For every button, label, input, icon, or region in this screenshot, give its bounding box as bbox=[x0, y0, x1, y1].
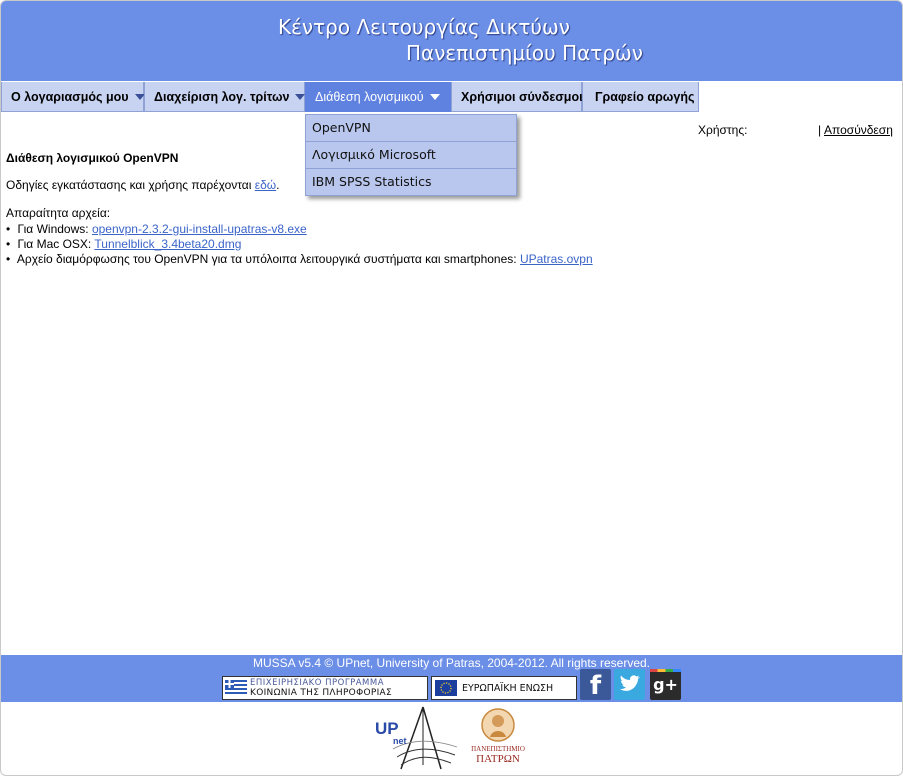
instructions-link[interactable]: εδώ bbox=[255, 178, 276, 192]
university-line1: ΠΑΝΕΠΙΣΤΗΜΙΟ bbox=[471, 745, 525, 753]
chevron-down-icon bbox=[429, 93, 440, 100]
menu-item-microsoft[interactable]: Λογισμικό Microsoft bbox=[306, 142, 516, 169]
user-label: Χρήστης: bbox=[698, 123, 748, 137]
nav-label: Διάθεση λογισμικού bbox=[315, 90, 424, 104]
nav-third-party-accounts[interactable]: Διαχείριση λογ. τρίτων bbox=[144, 82, 306, 112]
software-dropdown-menu: OpenVPN Λογισμικό Microsoft IBM SPSS Sta… bbox=[305, 114, 517, 196]
instructions-period: . bbox=[276, 178, 280, 192]
university-emblem-icon bbox=[481, 708, 515, 742]
infosoc-line2: ΚΟΙΝΩΝΙΑ ΤΗΣ ΠΛΗΡΟΦΟΡΙΑΣ bbox=[250, 688, 392, 698]
university-logo[interactable]: ΠΑΝΕΠΙΣΤΗΜΙΟ ΠΑΤΡΩΝ bbox=[465, 707, 531, 771]
page-title: Διάθεση λογισμικού OpenVPN bbox=[6, 151, 179, 165]
google-stripe bbox=[650, 669, 681, 672]
infosoc-line1: ΕΠΙΧΕΙΡΗΣΙΑΚΟ ΠΡΟΓΡΑΜΜΑ bbox=[250, 678, 385, 688]
google-plus-icon[interactable]: g+ bbox=[650, 669, 681, 700]
list-item: Αρχείο διαμόρφωσης του OpenVPN για τα υπ… bbox=[6, 252, 593, 267]
google-plus-glyph: g+ bbox=[653, 675, 678, 694]
userbar-separator: | bbox=[818, 123, 822, 137]
files-list: Για Windows: openvpn-2.3.2-gui-install-u… bbox=[6, 222, 593, 267]
eu-text: ΕΥΡΩΠΑΪΚΗ ΕΝΩΣΗ bbox=[462, 683, 554, 694]
list-item: Για Mac OSX: Tunnelblick_3.4beta20.dmg bbox=[6, 237, 593, 252]
upnet-sub: net bbox=[393, 736, 407, 746]
infosoc-logo[interactable]: ΕΠΙΧΕΙΡΗΣΙΑΚΟ ΠΡΟΓΡΑΜΜΑ ΚΟΙΝΩΝΙΑ ΤΗΣ ΠΛΗ… bbox=[222, 676, 428, 700]
file-prefix: Αρχείο διαμόρφωσης του OpenVPN για τα υπ… bbox=[16, 252, 517, 266]
copyright-text: MUSSA v5.4 © UPnet, University of Patras… bbox=[252, 656, 651, 670]
instructions-line: Οδηγίες εγκατάστασης και χρήσης παρέχοντ… bbox=[6, 178, 280, 192]
menu-item-openvpn[interactable]: OpenVPN bbox=[306, 115, 516, 142]
eu-flag-icon bbox=[435, 680, 457, 696]
twitter-bird-icon bbox=[620, 675, 640, 691]
upnet-logo[interactable]: UP net bbox=[371, 705, 457, 771]
site-title-line2: Πανεπιστημίου Πατρών bbox=[406, 41, 643, 65]
facebook-icon[interactable]: f bbox=[580, 669, 611, 701]
nav-my-account[interactable]: Ο λογαριασμός μου bbox=[1, 82, 145, 112]
config-download-link[interactable]: UPatras.ovpn bbox=[520, 252, 593, 266]
nav-helpdesk[interactable]: Γραφείο αρωγής bbox=[582, 82, 699, 112]
chevron-down-icon bbox=[295, 93, 306, 100]
bottom-logos: UP net ΠΑΝΕΠΙΣΤΗΜΙΟ ΠΑΤΡΩΝ bbox=[1, 705, 902, 775]
eu-logo[interactable]: ΕΥΡΩΠΑΪΚΗ ΕΝΩΣΗ bbox=[431, 676, 577, 700]
windows-download-link[interactable]: openvpn-2.3.2-gui-install-upatras-v8.exe bbox=[92, 222, 307, 236]
university-line2: ΠΑΤΡΩΝ bbox=[476, 753, 520, 765]
nav-label: Γραφείο αρωγής bbox=[595, 90, 695, 104]
facebook-glyph: f bbox=[589, 671, 602, 701]
site-footer: MUSSA v5.4 © UPnet, University of Patras… bbox=[1, 655, 902, 702]
nav-label: Χρήσιμοι σύνδεσμοι bbox=[461, 90, 583, 104]
file-prefix: Για Windows: bbox=[17, 222, 89, 236]
twitter-icon[interactable] bbox=[614, 669, 645, 700]
instructions-text: Οδηγίες εγκατάστασης και χρήσης παρέχοντ… bbox=[6, 178, 252, 192]
greek-flag-icon bbox=[225, 680, 247, 696]
logout-link[interactable]: Αποσύνδεση bbox=[824, 123, 893, 137]
nav-software[interactable]: Διάθεση λογισμικού bbox=[305, 82, 451, 112]
site-header: Κέντρο Λειτουργίας Δικτύων Πανεπιστημίου… bbox=[1, 1, 902, 81]
files-label: Απαραίτητα αρχεία: bbox=[6, 206, 111, 220]
main-nav: Ο λογαριασμός μου Διαχείριση λογ. τρίτων… bbox=[1, 82, 902, 113]
list-item: Για Windows: openvpn-2.3.2-gui-install-u… bbox=[6, 222, 593, 237]
nav-label: Διαχείριση λογ. τρίτων bbox=[154, 90, 290, 104]
file-prefix: Για Mac OSX: bbox=[17, 237, 92, 251]
mac-download-link[interactable]: Tunnelblick_3.4beta20.dmg bbox=[94, 237, 241, 251]
site-title-line1: Κέντρο Λειτουργίας Δικτύων bbox=[278, 15, 570, 39]
page-frame: Κέντρο Λειτουργίας Δικτύων Πανεπιστημίου… bbox=[0, 0, 903, 776]
menu-item-spss[interactable]: IBM SPSS Statistics bbox=[306, 169, 516, 195]
nav-label: Ο λογαριασμός μου bbox=[11, 90, 129, 104]
nav-useful-links[interactable]: Χρήσιμοι σύνδεσμοι bbox=[451, 82, 583, 112]
